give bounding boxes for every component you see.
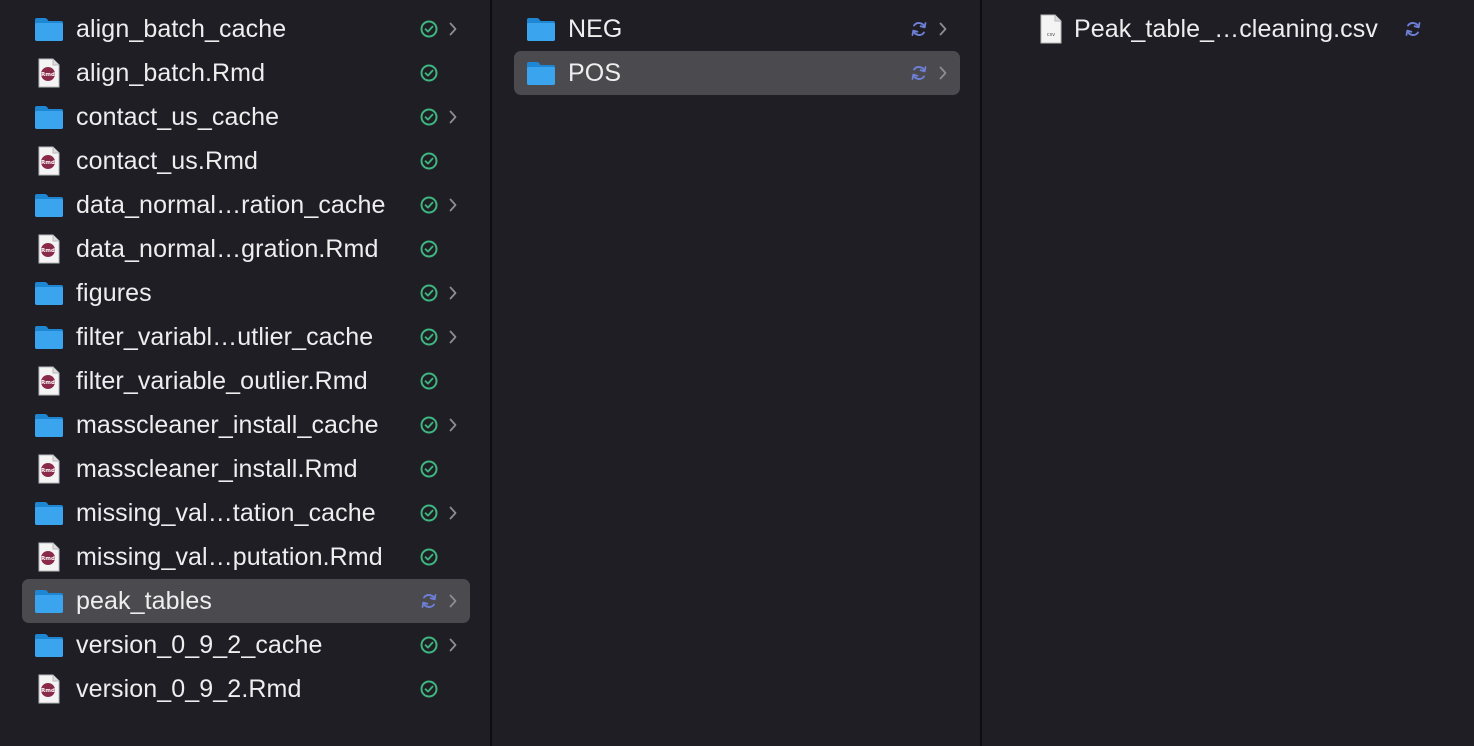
file-row[interactable]: Rmd missing_val…putation.Rmd bbox=[22, 535, 470, 579]
folder-row[interactable]: data_normal…ration_cache bbox=[22, 183, 470, 227]
syncing-icon bbox=[420, 592, 438, 610]
chevron-right-icon bbox=[446, 284, 460, 302]
synced-check-icon bbox=[420, 108, 438, 126]
svg-text:csv: csv bbox=[1047, 32, 1055, 38]
synced-check-icon bbox=[420, 196, 438, 214]
file-row[interactable]: Rmd filter_variable_outlier.Rmd bbox=[22, 359, 470, 403]
synced-check-icon bbox=[420, 240, 438, 258]
item-name: contact_us.Rmd bbox=[76, 146, 259, 175]
svg-text:Rmd: Rmd bbox=[41, 468, 55, 474]
svg-text:Rmd: Rmd bbox=[41, 248, 55, 254]
file-row[interactable]: Rmd data_normal…gration.Rmd bbox=[22, 227, 470, 271]
folder-icon bbox=[34, 190, 64, 220]
item-name: masscleaner_install_cache bbox=[76, 410, 379, 439]
folder-row[interactable]: filter_variabl…utlier_cache bbox=[22, 315, 470, 359]
item-name: data_normal…ration_cache bbox=[76, 190, 386, 219]
file-row[interactable]: Rmd align_batch.Rmd bbox=[22, 51, 470, 95]
svg-text:Rmd: Rmd bbox=[41, 556, 55, 562]
folder-icon bbox=[34, 278, 64, 308]
rmd-file-icon: Rmd bbox=[34, 58, 64, 88]
item-name: contact_us_cache bbox=[76, 102, 280, 131]
item-name: version_0_9_2_cache bbox=[76, 630, 323, 659]
synced-check-icon bbox=[420, 20, 438, 38]
folder-icon bbox=[34, 410, 64, 440]
chevron-right-icon bbox=[446, 636, 460, 654]
chevron-right-icon bbox=[446, 108, 460, 126]
file-row[interactable]: Rmd version_0_9_2.Rmd bbox=[22, 667, 470, 711]
item-name: peak_tables bbox=[76, 586, 212, 615]
synced-check-icon bbox=[420, 64, 438, 82]
item-name: missing_val…putation.Rmd bbox=[76, 542, 383, 571]
rmd-file-icon: Rmd bbox=[34, 454, 64, 484]
folder-row[interactable]: masscleaner_install_cache bbox=[22, 403, 470, 447]
svg-text:Rmd: Rmd bbox=[41, 160, 55, 166]
synced-check-icon bbox=[420, 372, 438, 390]
folder-row[interactable]: figures bbox=[22, 271, 470, 315]
item-name: masscleaner_install.Rmd bbox=[76, 454, 358, 483]
folder-row[interactable]: align_batch_cache bbox=[22, 7, 470, 51]
item-name: NEG bbox=[568, 14, 623, 43]
synced-check-icon bbox=[420, 416, 438, 434]
folder-row[interactable]: peak_tables bbox=[22, 579, 470, 623]
synced-check-icon bbox=[420, 504, 438, 522]
syncing-icon bbox=[1404, 20, 1422, 38]
synced-check-icon bbox=[420, 152, 438, 170]
item-name: POS bbox=[568, 58, 622, 87]
finder-column-browser: align_batch_cache Rmd align_batch.Rmdconta… bbox=[0, 0, 1474, 746]
synced-check-icon bbox=[420, 636, 438, 654]
folder-icon bbox=[526, 58, 556, 88]
file-row[interactable]: Rmd masscleaner_install.Rmd bbox=[22, 447, 470, 491]
folder-row[interactable]: POS bbox=[514, 51, 960, 95]
folder-icon bbox=[34, 498, 64, 528]
synced-check-icon bbox=[420, 548, 438, 566]
rmd-file-icon: Rmd bbox=[34, 366, 64, 396]
chevron-right-icon bbox=[936, 64, 950, 82]
rmd-file-icon: Rmd bbox=[34, 234, 64, 264]
folder-icon bbox=[34, 322, 64, 352]
rmd-file-icon: Rmd bbox=[34, 674, 64, 704]
chevron-right-icon bbox=[446, 504, 460, 522]
column-2[interactable]: NEG POS bbox=[492, 0, 980, 746]
folder-row[interactable]: contact_us_cache bbox=[22, 95, 470, 139]
item-name: figures bbox=[76, 278, 152, 307]
synced-check-icon bbox=[420, 284, 438, 302]
synced-check-icon bbox=[420, 328, 438, 346]
chevron-right-icon bbox=[446, 416, 460, 434]
folder-icon bbox=[34, 102, 64, 132]
item-name: missing_val…tation_cache bbox=[76, 498, 376, 527]
synced-check-icon bbox=[420, 460, 438, 478]
column-1[interactable]: align_batch_cache Rmd align_batch.Rmdconta… bbox=[0, 0, 490, 746]
item-name: align_batch.Rmd bbox=[76, 58, 266, 87]
chevron-right-icon bbox=[446, 20, 460, 38]
rmd-file-icon: Rmd bbox=[34, 146, 64, 176]
folder-row[interactable]: missing_val…tation_cache bbox=[22, 491, 470, 535]
chevron-right-icon bbox=[446, 196, 460, 214]
item-name: data_normal…gration.Rmd bbox=[76, 234, 379, 263]
item-name: filter_variabl…utlier_cache bbox=[76, 322, 374, 351]
syncing-icon bbox=[910, 20, 928, 38]
file-row[interactable]: csv Peak_table_…cleaning.csv bbox=[1004, 7, 1454, 51]
folder-row[interactable]: version_0_9_2_cache bbox=[22, 623, 470, 667]
folder-icon bbox=[526, 14, 556, 44]
folder-icon bbox=[34, 630, 64, 660]
rmd-file-icon: Rmd bbox=[34, 542, 64, 572]
csv-file-icon: csv bbox=[1036, 14, 1066, 44]
svg-text:Rmd: Rmd bbox=[41, 688, 55, 694]
folder-icon bbox=[34, 14, 64, 44]
svg-text:Rmd: Rmd bbox=[41, 380, 55, 386]
folder-row[interactable]: NEG bbox=[514, 7, 960, 51]
item-name: Peak_table_…cleaning.csv bbox=[1074, 14, 1378, 43]
column-3[interactable]: csv Peak_table_…cleaning.csv bbox=[982, 0, 1474, 746]
folder-icon bbox=[34, 586, 64, 616]
item-name: align_batch_cache bbox=[76, 14, 287, 43]
chevron-right-icon bbox=[446, 328, 460, 346]
synced-check-icon bbox=[420, 680, 438, 698]
syncing-icon bbox=[910, 64, 928, 82]
chevron-right-icon bbox=[446, 592, 460, 610]
item-name: version_0_9_2.Rmd bbox=[76, 674, 302, 703]
file-row[interactable]: Rmd contact_us.Rmd bbox=[22, 139, 470, 183]
svg-text:Rmd: Rmd bbox=[41, 72, 55, 78]
chevron-right-icon bbox=[936, 20, 950, 38]
item-name: filter_variable_outlier.Rmd bbox=[76, 366, 368, 395]
